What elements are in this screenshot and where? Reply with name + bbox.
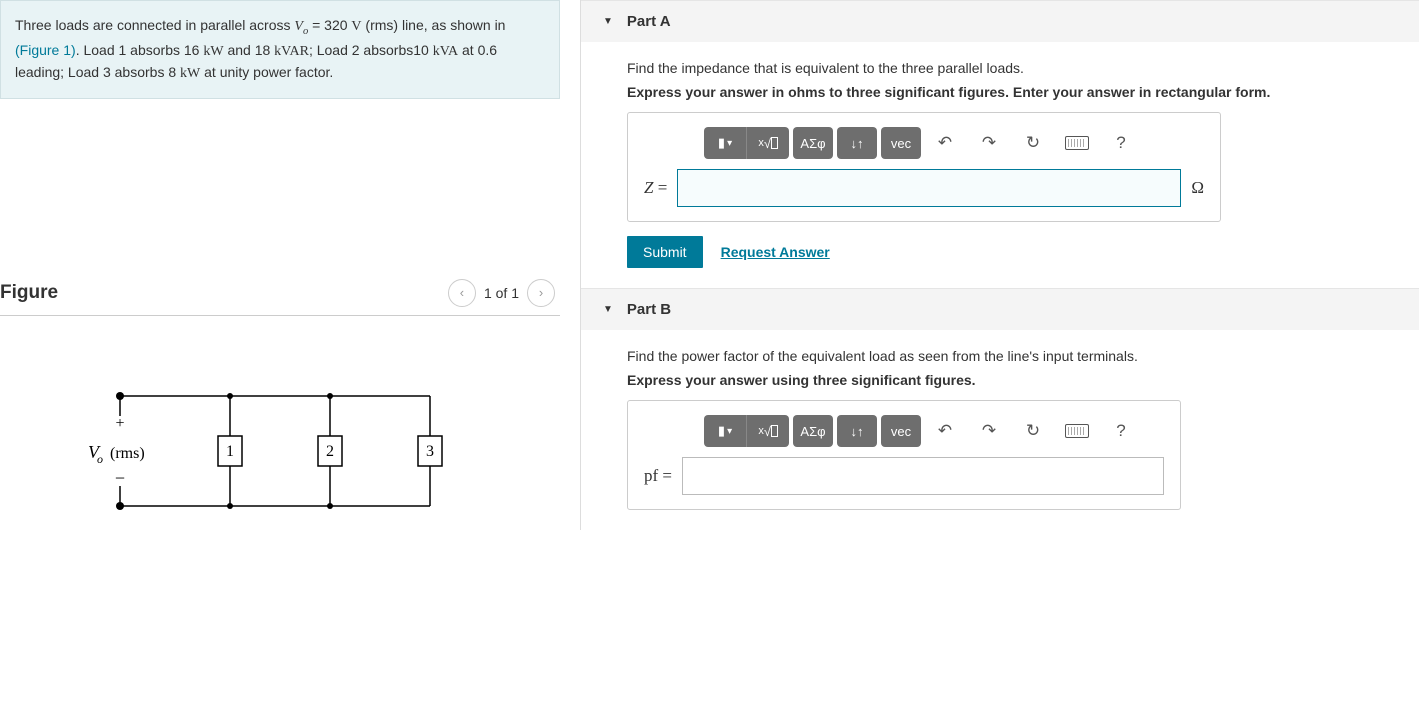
caret-down-icon: ▼ — [603, 304, 613, 315]
part-a-title: Part A — [627, 13, 671, 30]
greek-button[interactable]: ΑΣφ — [793, 127, 833, 159]
unit-ohm: Ω — [1191, 178, 1204, 198]
greek-button[interactable]: ΑΣφ — [793, 415, 833, 447]
svg-text:3: 3 — [426, 443, 434, 460]
part-a-body: Find the impedance that is equivalent to… — [581, 42, 1419, 288]
part-a-instruct: Express your answer in ohms to three sig… — [627, 84, 1397, 100]
part-b-body: Find the power factor of the equivalent … — [581, 330, 1419, 530]
help-button[interactable]: ? — [1101, 415, 1141, 447]
caret-down-icon: ▼ — [603, 16, 613, 27]
reset-button[interactable]: ↻ — [1013, 415, 1053, 447]
svg-text:o: o — [97, 452, 103, 466]
var-v: V — [294, 19, 303, 34]
redo-button[interactable]: ↷ — [969, 415, 1009, 447]
text: (rms) line, as shown in — [362, 17, 506, 33]
figure-link[interactable]: (Figure 1) — [15, 42, 76, 58]
text: ; Load 2 absorbs10 — [309, 42, 433, 58]
vec-button[interactable]: vec — [881, 415, 921, 447]
sqrt-button[interactable]: x√ — [746, 127, 789, 159]
reset-button[interactable]: ↻ — [1013, 127, 1053, 159]
part-a-prompt: Find the impedance that is equivalent to… — [627, 60, 1397, 76]
request-answer-link[interactable]: Request Answer — [721, 244, 830, 260]
text: = 320 — [308, 17, 351, 33]
undo-button[interactable]: ↶ — [925, 127, 965, 159]
part-a-answer-box: ▮▾ x√ ΑΣφ ↓↑ vec ↶ ↷ ↻ ? Z = Ω — [627, 112, 1221, 222]
figure-header: Figure ‹ 1 of 1 › — [0, 279, 560, 316]
part-b-input[interactable] — [682, 457, 1164, 495]
problem-statement: Three loads are connected in parallel ac… — [0, 0, 560, 99]
keyboard-icon — [1065, 136, 1089, 150]
subsup-button[interactable]: ↓↑ — [837, 415, 877, 447]
redo-button[interactable]: ↷ — [969, 127, 1009, 159]
equation-toolbar: ▮▾ x√ ΑΣφ ↓↑ vec ↶ ↷ ↻ ? — [704, 415, 1164, 447]
svg-text:(rms): (rms) — [110, 445, 145, 462]
undo-button[interactable]: ↶ — [925, 415, 965, 447]
unit-kva: kVA — [433, 44, 458, 59]
next-figure-button[interactable]: › — [527, 279, 555, 307]
templates-button[interactable]: ▮▾ — [704, 415, 746, 447]
unit-kw: kW — [203, 44, 223, 59]
sqrt-button[interactable]: x√ — [746, 415, 789, 447]
part-b-answer-box: ▮▾ x√ ΑΣφ ↓↑ vec ↶ ↷ ↻ ? pf = — [627, 400, 1181, 510]
keyboard-button[interactable] — [1057, 127, 1097, 159]
part-b-prompt: Find the power factor of the equivalent … — [627, 348, 1397, 364]
subsup-button[interactable]: ↓↑ — [837, 127, 877, 159]
part-b-header[interactable]: ▼ Part B — [581, 288, 1419, 330]
vec-button[interactable]: vec — [881, 127, 921, 159]
var-pf-label: pf = — [644, 466, 672, 486]
unit-kvar: kVAR — [274, 44, 309, 59]
submit-button[interactable]: Submit — [627, 236, 703, 268]
text: . Load 1 absorbs 16 — [76, 42, 204, 58]
help-button[interactable]: ? — [1101, 127, 1141, 159]
svg-text:2: 2 — [326, 443, 334, 460]
equation-toolbar: ▮▾ x√ ΑΣφ ↓↑ vec ↶ ↷ ↻ ? — [704, 127, 1204, 159]
unit-kw: kW — [180, 66, 200, 81]
figure-nav: ‹ 1 of 1 › — [448, 279, 555, 307]
unit-v: V — [351, 19, 361, 34]
svg-text:+: + — [115, 415, 124, 432]
svg-text:−: − — [115, 468, 125, 488]
part-a-input[interactable] — [677, 169, 1181, 207]
part-a-header[interactable]: ▼ Part A — [581, 0, 1419, 42]
figure-count: 1 of 1 — [484, 285, 519, 301]
text: at unity power factor. — [200, 64, 333, 80]
part-b-instruct: Express your answer using three signific… — [627, 372, 1397, 388]
text: Three loads are connected in parallel ac… — [15, 17, 294, 33]
text: and 18 — [224, 42, 275, 58]
var-z-label: Z = — [644, 178, 667, 198]
svg-text:1: 1 — [226, 443, 234, 460]
templates-button[interactable]: ▮▾ — [704, 127, 746, 159]
keyboard-button[interactable] — [1057, 415, 1097, 447]
part-b-title: Part B — [627, 301, 671, 318]
circuit-diagram: 1 2 3 + − V o (rms) — [80, 376, 560, 539]
figure-title: Figure — [0, 282, 58, 304]
keyboard-icon — [1065, 424, 1089, 438]
prev-figure-button[interactable]: ‹ — [448, 279, 476, 307]
